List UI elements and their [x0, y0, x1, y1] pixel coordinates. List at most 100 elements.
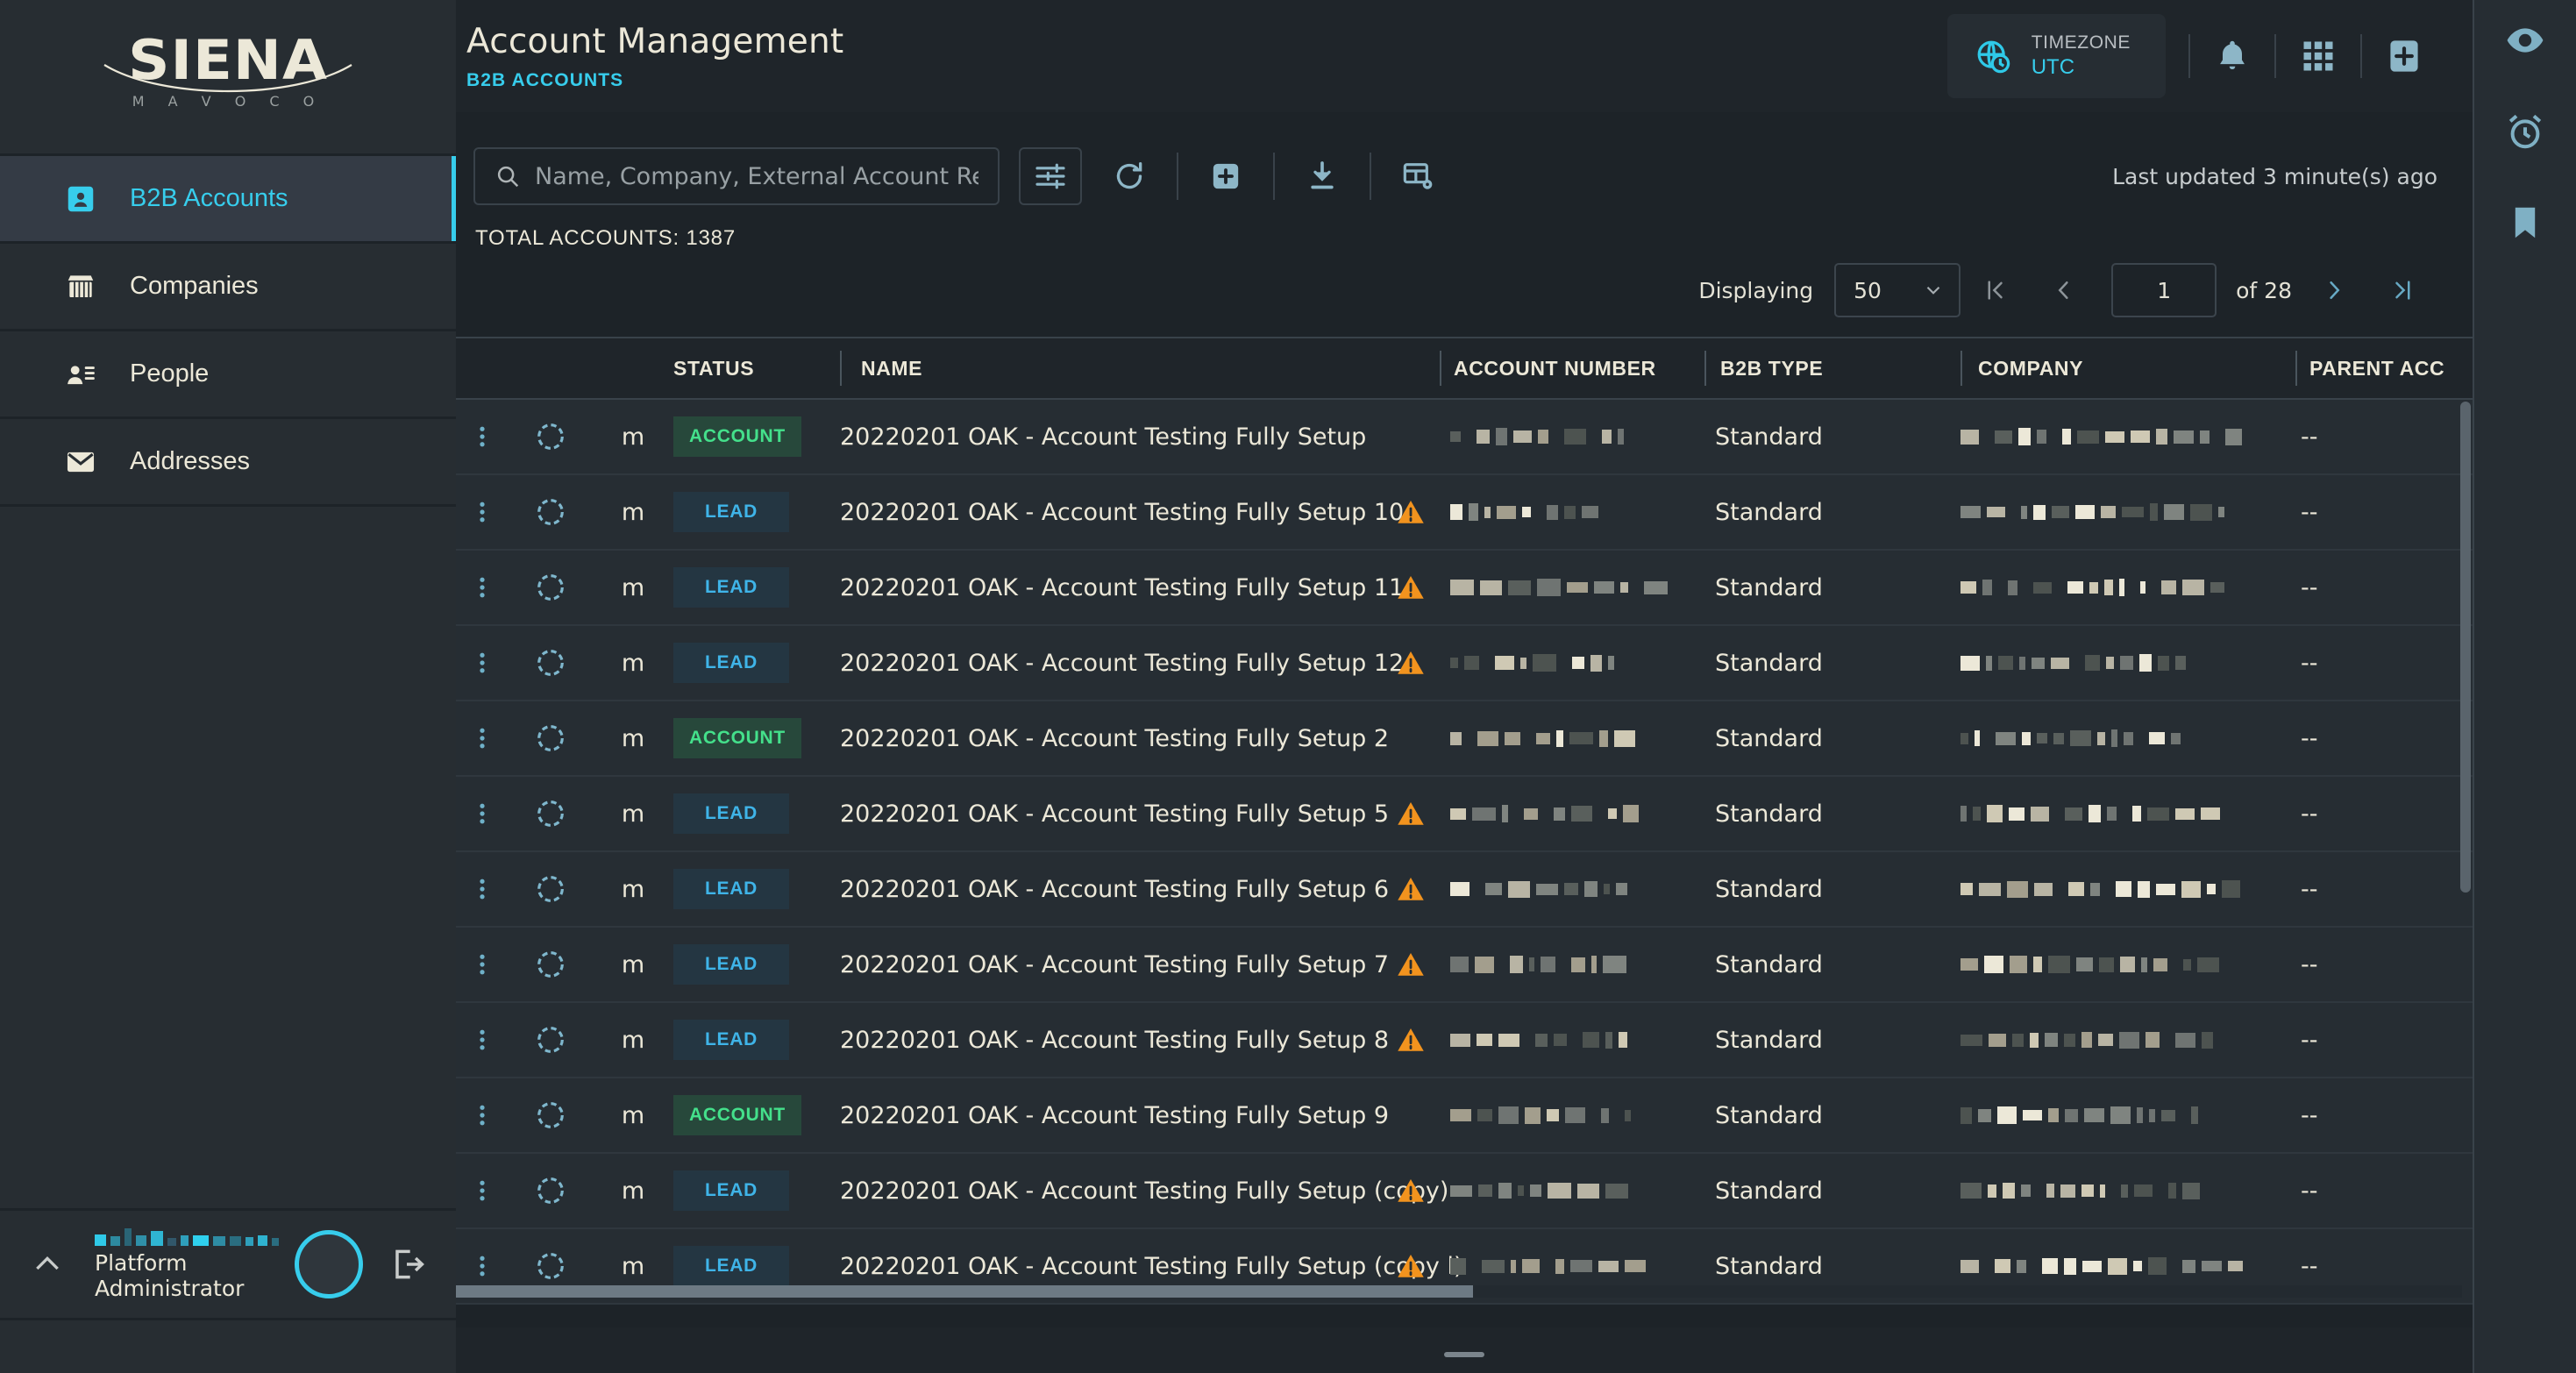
- row-history-button[interactable]: [509, 1249, 593, 1283]
- warning-triangle-icon[interactable]: [1396, 1176, 1426, 1206]
- row-name-cell[interactable]: 20220201 OAK - Account Testing Fully Set…: [840, 800, 1384, 828]
- table-row[interactable]: mACCOUNT20220201 OAK - Account Testing F…: [456, 400, 2473, 475]
- table-settings-button[interactable]: [1401, 159, 1436, 194]
- first-page-button[interactable]: [1968, 263, 2022, 317]
- sidebar-item-b2b-accounts[interactable]: B2B Accounts: [0, 156, 456, 244]
- table-row[interactable]: mLEAD20220201 OAK - Account Testing Full…: [456, 1154, 2473, 1229]
- table-row[interactable]: mACCOUNT20220201 OAK - Account Testing F…: [456, 1078, 2473, 1154]
- grid-apps-icon[interactable]: [2299, 37, 2338, 75]
- warning-triangle-icon[interactable]: [1396, 1025, 1426, 1055]
- row-name-cell[interactable]: 20220201 OAK - Account Testing Fully Set…: [840, 650, 1384, 677]
- prev-page-button[interactable]: [2036, 263, 2090, 317]
- row-name-cell[interactable]: 20220201 OAK - Account Testing Fully Set…: [840, 1027, 1384, 1054]
- user-bar[interactable]: Platform Administrator: [0, 1208, 456, 1320]
- row-history-button[interactable]: [509, 797, 593, 830]
- chevron-up-icon[interactable]: [30, 1247, 65, 1282]
- column-header-status[interactable]: STATUS: [673, 337, 840, 400]
- row-history-button[interactable]: [509, 1023, 593, 1056]
- row-history-button[interactable]: [509, 420, 593, 453]
- bell-icon[interactable]: [2213, 37, 2252, 75]
- row-name-cell[interactable]: 20220201 OAK - Account Testing Fully Set…: [840, 876, 1384, 903]
- column-header-b2b-type[interactable]: B2B TYPE: [1706, 337, 1960, 400]
- brand-logo[interactable]: SIENA M A V O C O: [0, 0, 456, 156]
- row-history-button[interactable]: [509, 571, 593, 604]
- row-menu-button[interactable]: [456, 1253, 509, 1279]
- eye-icon[interactable]: [2504, 19, 2546, 61]
- filter-button[interactable]: [1019, 147, 1082, 205]
- table-vertical-scrollbar[interactable]: [2460, 337, 2471, 1327]
- column-header-account-number[interactable]: ACCOUNT NUMBER: [1441, 337, 1704, 400]
- row-menu-button[interactable]: [456, 499, 509, 525]
- row-marker: m: [593, 425, 673, 449]
- row-history-button[interactable]: [509, 948, 593, 981]
- table-row[interactable]: mLEAD20220201 OAK - Account Testing Full…: [456, 626, 2473, 701]
- row-name-cell[interactable]: 20220201 OAK - Account Testing Fully Set…: [840, 1102, 1384, 1129]
- logout-icon[interactable]: [388, 1245, 426, 1284]
- sidebar-item-people[interactable]: People: [0, 331, 456, 419]
- warning-triangle-icon[interactable]: [1396, 874, 1426, 904]
- row-name-cell[interactable]: 20220201 OAK - Account Testing Fully Set…: [840, 423, 1384, 451]
- bookmark-icon[interactable]: [2504, 202, 2546, 244]
- table-horizontal-scrollbar[interactable]: [456, 1285, 2462, 1298]
- refresh-button[interactable]: [1112, 159, 1147, 194]
- warning-triangle-icon[interactable]: [1396, 1251, 1426, 1281]
- table-row[interactable]: mACCOUNT20220201 OAK - Account Testing F…: [456, 701, 2473, 777]
- row-menu-button[interactable]: [456, 1102, 509, 1128]
- row-name-cell[interactable]: 20220201 OAK - Account Testing Fully Set…: [840, 574, 1384, 601]
- sidebar-item-addresses[interactable]: Addresses: [0, 419, 456, 507]
- column-header-company[interactable]: COMPANY: [1962, 337, 2295, 400]
- download-button[interactable]: [1305, 159, 1340, 194]
- table-row[interactable]: mLEAD20220201 OAK - Account Testing Full…: [456, 777, 2473, 852]
- warning-triangle-icon[interactable]: [1396, 648, 1426, 678]
- next-page-button[interactable]: [2308, 263, 2362, 317]
- row-history-button[interactable]: [509, 646, 593, 679]
- column-header-parent-account[interactable]: PARENT ACC: [2297, 337, 2473, 400]
- row-name-cell[interactable]: 20220201 OAK - Account Testing Fully Set…: [840, 499, 1384, 526]
- add-square-icon[interactable]: [2385, 37, 2423, 75]
- row-history-button[interactable]: [509, 722, 593, 755]
- table-row[interactable]: mLEAD20220201 OAK - Account Testing Full…: [456, 551, 2473, 626]
- alarm-clock-icon[interactable]: [2504, 110, 2546, 153]
- row-name-cell[interactable]: 20220201 OAK - Account Testing Fully Set…: [840, 1177, 1384, 1205]
- row-menu-button[interactable]: [456, 1027, 509, 1053]
- page-size-select[interactable]: 50: [1834, 263, 1960, 317]
- row-name-cell[interactable]: 20220201 OAK - Account Testing Fully Set…: [840, 725, 1384, 752]
- warning-triangle-icon[interactable]: [1396, 950, 1426, 979]
- row-menu-button[interactable]: [456, 1177, 509, 1204]
- row-menu-button[interactable]: [456, 423, 509, 450]
- warning-triangle-icon[interactable]: [1396, 573, 1426, 602]
- scrollbar-thumb[interactable]: [456, 1285, 1473, 1298]
- last-page-button[interactable]: [2376, 263, 2430, 317]
- row-menu-button[interactable]: [456, 951, 509, 978]
- warning-triangle-icon[interactable]: [1396, 799, 1426, 829]
- row-menu-button[interactable]: [456, 800, 509, 827]
- scrollbar-thumb[interactable]: [2460, 402, 2471, 893]
- row-name-cell[interactable]: 20220201 OAK - Account Testing Fully Set…: [840, 1253, 1384, 1280]
- warning-triangle-icon[interactable]: [1396, 497, 1426, 527]
- row-status-cell: LEAD: [673, 567, 840, 608]
- row-menu-button[interactable]: [456, 876, 509, 902]
- sidebar-item-companies[interactable]: Companies: [0, 244, 456, 331]
- right-rail: [2473, 0, 2576, 1373]
- avatar[interactable]: [295, 1230, 363, 1298]
- resize-handle[interactable]: [1444, 1352, 1484, 1357]
- row-history-button[interactable]: [509, 495, 593, 529]
- timezone-selector[interactable]: TIMEZONE UTC: [1947, 14, 2166, 98]
- table-row[interactable]: mLEAD20220201 OAK - Account Testing Full…: [456, 928, 2473, 1003]
- row-menu-button[interactable]: [456, 650, 509, 676]
- table-row[interactable]: mLEAD20220201 OAK - Account Testing Full…: [456, 475, 2473, 551]
- row-history-button[interactable]: [509, 872, 593, 906]
- column-header-name[interactable]: NAME: [842, 337, 1385, 400]
- add-account-button[interactable]: [1208, 159, 1243, 194]
- page-number-input[interactable]: 1: [2111, 263, 2217, 317]
- table-row[interactable]: mLEAD20220201 OAK - Account Testing Full…: [456, 852, 2473, 928]
- search-box[interactable]: [473, 147, 1000, 205]
- row-history-button[interactable]: [509, 1099, 593, 1132]
- row-menu-button[interactable]: [456, 725, 509, 751]
- row-menu-button[interactable]: [456, 574, 509, 601]
- row-name-cell[interactable]: 20220201 OAK - Account Testing Fully Set…: [840, 951, 1384, 978]
- row-history-button[interactable]: [509, 1174, 593, 1207]
- search-input[interactable]: [535, 163, 978, 190]
- breadcrumb[interactable]: B2B ACCOUNTS: [466, 70, 843, 91]
- table-row[interactable]: mLEAD20220201 OAK - Account Testing Full…: [456, 1003, 2473, 1078]
